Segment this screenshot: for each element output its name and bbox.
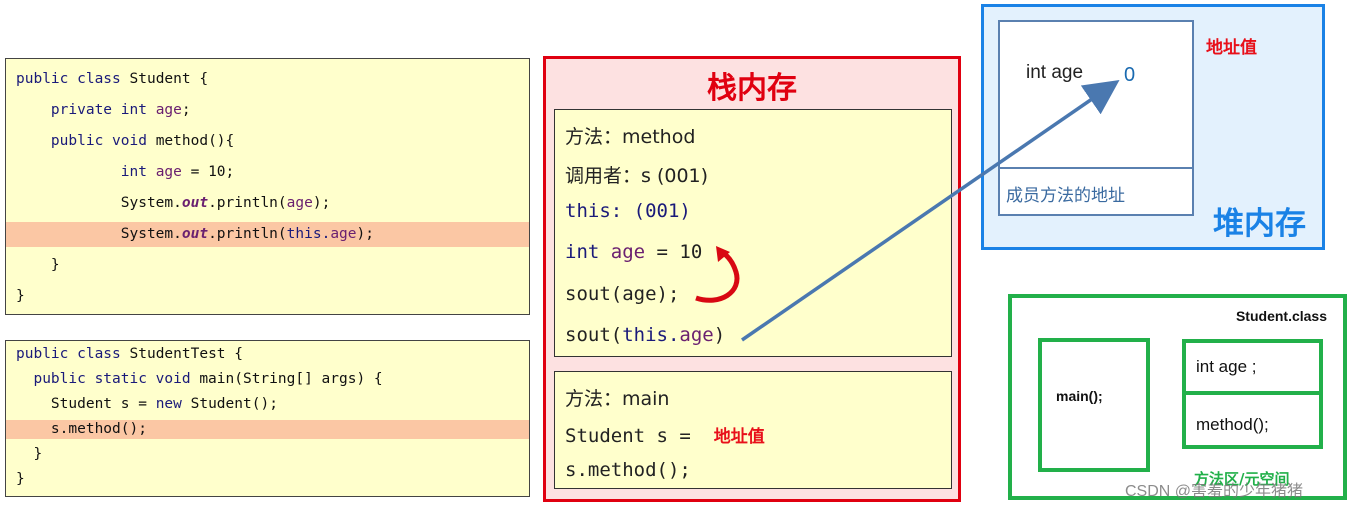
local-var-arrow bbox=[695, 249, 740, 303]
this-reference-arrow bbox=[741, 80, 1120, 342]
arrows-overlay bbox=[695, 80, 1120, 342]
